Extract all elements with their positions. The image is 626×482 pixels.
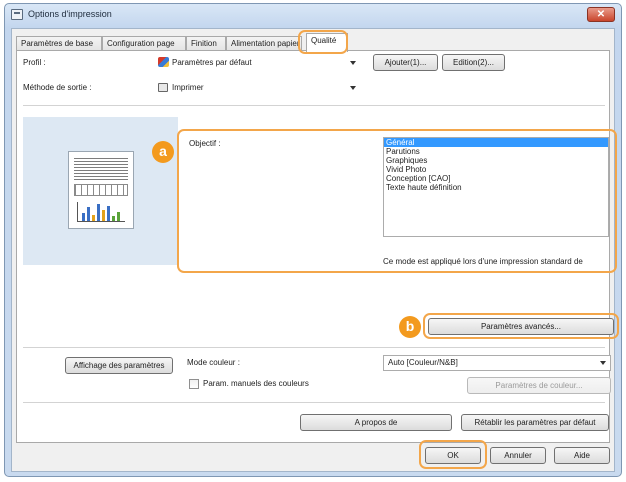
preview-chart bbox=[77, 202, 125, 222]
color-mode-value: Auto [Couleur/N&B] bbox=[388, 358, 458, 367]
divider bbox=[23, 105, 605, 106]
add-profile-button[interactable]: Ajouter(1)... bbox=[373, 54, 438, 71]
objective-option[interactable]: Général bbox=[384, 138, 608, 147]
chevron-down-icon bbox=[350, 61, 356, 65]
about-button[interactable]: A propos de bbox=[300, 414, 452, 431]
quality-tab-highlight bbox=[298, 30, 348, 54]
callout-badge-b: b bbox=[399, 316, 421, 338]
divider bbox=[23, 347, 605, 348]
print-options-dialog: Options d'impression ✕ Paramètres de bas… bbox=[4, 3, 622, 477]
help-button[interactable]: Aide bbox=[554, 447, 610, 464]
output-method-value: Imprimer bbox=[172, 83, 204, 92]
document-preview bbox=[68, 151, 134, 229]
ok-button[interactable]: OK bbox=[425, 447, 481, 464]
objective-option[interactable]: Conception [CAO] bbox=[384, 174, 608, 183]
tab-finishing[interactable]: Finition bbox=[186, 36, 226, 51]
preview-pane bbox=[23, 117, 178, 265]
objective-label: Objectif : bbox=[189, 139, 221, 148]
printer-icon bbox=[11, 9, 23, 20]
dialog-client-area: Paramètres de base Configuration page Fi… bbox=[11, 28, 619, 472]
edit-profile-button[interactable]: Edition(2)... bbox=[442, 54, 505, 71]
manual-color-checkbox[interactable] bbox=[189, 379, 199, 389]
objective-option[interactable]: Graphiques bbox=[384, 156, 608, 165]
divider bbox=[23, 402, 605, 403]
profile-label: Profil : bbox=[23, 58, 46, 67]
cancel-button[interactable]: Annuler bbox=[490, 447, 546, 464]
chevron-down-icon bbox=[350, 86, 356, 90]
title-bar: Options d'impression ✕ bbox=[5, 4, 621, 26]
profile-icon bbox=[158, 57, 169, 67]
manual-color-label: Param. manuels des couleurs bbox=[203, 379, 309, 388]
close-button[interactable]: ✕ bbox=[587, 7, 615, 22]
chevron-down-icon bbox=[600, 361, 606, 365]
profile-value: Paramètres par défaut bbox=[172, 58, 252, 67]
advanced-settings-button[interactable]: Paramètres avancés... bbox=[428, 318, 614, 335]
objective-option[interactable]: Vivid Photo bbox=[384, 165, 608, 174]
objective-option[interactable]: Parutions bbox=[384, 147, 608, 156]
window-title: Options d'impression bbox=[28, 9, 112, 19]
color-mode-label: Mode couleur : bbox=[187, 358, 240, 367]
tab-paper-source[interactable]: Alimentation papier bbox=[226, 36, 302, 51]
print-icon bbox=[158, 83, 168, 92]
profile-dropdown[interactable]: Paramètres par défaut bbox=[153, 55, 361, 71]
objective-option[interactable]: Texte haute définition bbox=[384, 183, 608, 192]
view-settings-button[interactable]: Affichage des paramètres bbox=[65, 357, 173, 374]
output-method-dropdown[interactable]: Imprimer bbox=[153, 80, 361, 96]
color-mode-dropdown[interactable]: Auto [Couleur/N&B] bbox=[383, 355, 611, 371]
callout-badge-a: a bbox=[152, 141, 174, 163]
objective-description: Ce mode est appliqué lors d'une impressi… bbox=[383, 257, 583, 266]
tab-page-setup[interactable]: Configuration page bbox=[102, 36, 186, 51]
preview-table bbox=[74, 184, 128, 196]
preview-text-lines bbox=[74, 158, 128, 180]
restore-defaults-button[interactable]: Rétablir les paramètres par défaut bbox=[461, 414, 609, 431]
color-settings-button[interactable]: Paramètres de couleur... bbox=[467, 377, 611, 394]
quality-tab-page: Profil : Paramètres par défaut Ajouter(1… bbox=[16, 50, 619, 443]
output-method-label: Méthode de sortie : bbox=[23, 83, 92, 92]
tab-basic-settings[interactable]: Paramètres de base bbox=[16, 36, 102, 51]
objective-listbox[interactable]: Général Parutions Graphiques Vivid Photo… bbox=[383, 137, 609, 237]
